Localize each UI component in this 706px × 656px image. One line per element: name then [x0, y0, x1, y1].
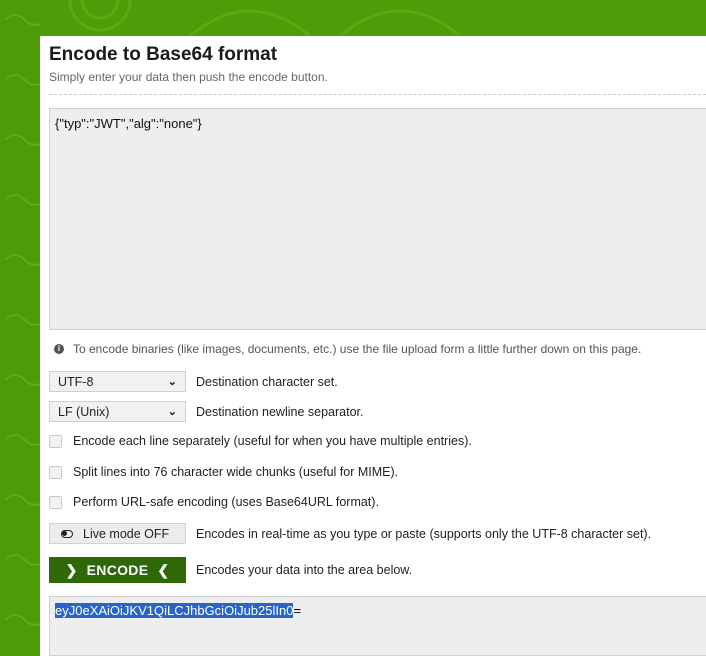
charset-select[interactable]: UTF-8 ⌄ — [49, 371, 186, 392]
live-mode-button[interactable]: Live mode OFF — [49, 523, 186, 544]
split-lines-label: Split lines into 76 character wide chunk… — [73, 465, 399, 479]
output-selected-text: eyJ0eXAiOiJKV1QiLCJhbGciOiJub25lIn0 — [55, 603, 294, 618]
encode-button-label: ENCODE — [86, 562, 149, 578]
newline-value: LF (Unix) — [58, 404, 110, 419]
output-textarea[interactable]: eyJ0eXAiOiJKV1QiLCJhbGciOiJub25lIn0= — [49, 596, 706, 656]
encode-row: ❯ ENCODE ❮ Encodes your data into the ar… — [49, 557, 412, 583]
info-icon: i — [54, 344, 64, 354]
each-line-checkbox[interactable] — [49, 434, 62, 448]
left-decorative-border — [0, 0, 40, 656]
info-note: i To encode binaries (like images, docum… — [54, 342, 641, 356]
url-safe-checkbox[interactable] — [49, 495, 62, 509]
split-lines-row: Split lines into 76 character wide chunk… — [49, 465, 398, 479]
chevron-right-icon: ❯ — [65, 561, 78, 578]
url-safe-label: Perform URL-safe encoding (uses Base64UR… — [73, 495, 379, 509]
newline-row: LF (Unix) ⌄ Destination newline separato… — [49, 401, 363, 422]
main-content: Encode to Base64 format Simply enter you… — [40, 36, 706, 656]
url-safe-row: Perform URL-safe encoding (uses Base64UR… — [49, 495, 379, 509]
charset-label: Destination character set. — [196, 374, 338, 389]
split-lines-checkbox[interactable] — [49, 465, 62, 479]
charset-value: UTF-8 — [58, 374, 94, 389]
page-subtitle: Simply enter your data then push the enc… — [49, 70, 328, 84]
chevron-left-icon: ❮ — [157, 561, 170, 578]
chevron-down-icon: ⌄ — [167, 376, 177, 388]
output-rest-text: = — [293, 603, 302, 618]
each-line-label: Encode each line separately (useful for … — [73, 434, 472, 448]
divider — [49, 94, 706, 95]
banner-decoration — [68, 0, 461, 38]
page-title: Encode to Base64 format — [49, 44, 278, 65]
encode-label: Encodes your data into the area below. — [196, 563, 413, 577]
toggle-icon — [61, 529, 73, 538]
each-line-row: Encode each line separately (useful for … — [49, 434, 472, 448]
live-mode-row: Live mode OFF Encodes in real-time as yo… — [49, 523, 651, 544]
live-mode-button-label: Live mode OFF — [83, 526, 170, 541]
chevron-down-icon: ⌄ — [167, 406, 177, 418]
top-banner — [40, 0, 706, 38]
charset-row: UTF-8 ⌄ Destination character set. — [49, 371, 338, 392]
input-textarea[interactable]: {"typ":"JWT","alg":"none"} — [49, 108, 706, 330]
pattern-decoration — [4, 14, 40, 626]
encode-button[interactable]: ❯ ENCODE ❮ — [49, 557, 186, 583]
newline-label: Destination newline separator. — [196, 404, 364, 419]
newline-select[interactable]: LF (Unix) ⌄ — [49, 401, 186, 422]
info-text: To encode binaries (like images, documen… — [73, 342, 642, 356]
live-mode-label: Encodes in real-time as you type or past… — [196, 526, 652, 541]
